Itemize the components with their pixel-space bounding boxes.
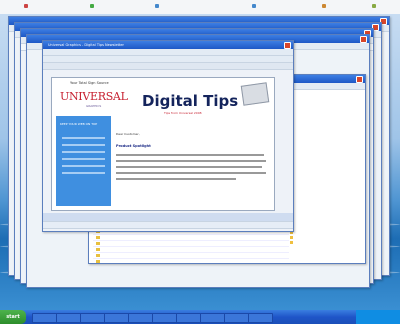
taskbar-button[interactable] xyxy=(152,313,177,323)
body-text-line xyxy=(116,172,266,174)
tray-icon xyxy=(90,4,94,8)
close-icon[interactable] xyxy=(356,76,363,83)
taskbar: start xyxy=(0,310,400,324)
sidebar-text-line xyxy=(62,165,105,167)
newsletter-sidebar: KEEP YOUR WEB ON TOP xyxy=(56,116,111,206)
folder-icon xyxy=(96,248,100,251)
monitor-illustration xyxy=(240,82,270,106)
newsletter-subheading: Tips from Universal 2008 xyxy=(164,111,202,115)
drawing-toolbar[interactable] xyxy=(43,213,293,222)
taskbar-button[interactable] xyxy=(176,313,201,323)
formatting-toolbar[interactable] xyxy=(43,63,293,70)
logo-subtitle: GRAPHICS xyxy=(86,104,102,108)
greeting-text: Dear Customer, xyxy=(116,132,140,136)
folder-icon xyxy=(96,254,100,257)
folder-icon xyxy=(96,260,100,263)
menu-bar[interactable] xyxy=(43,49,293,56)
tray-icon xyxy=(24,4,28,8)
taskbar-button[interactable] xyxy=(80,313,105,323)
body-text-line xyxy=(116,178,236,180)
tray-icon xyxy=(155,4,159,8)
body-text-line xyxy=(116,166,262,168)
logo-tagline: Your Total Sign Source xyxy=(70,81,109,85)
close-icon[interactable] xyxy=(284,42,291,49)
status-bar xyxy=(43,222,293,229)
sidebar-text-line xyxy=(62,158,105,160)
logo-wordmark: UNIVERSAL xyxy=(60,90,128,103)
taskbar-button[interactable] xyxy=(224,313,249,323)
newsletter-heading: Digital Tips xyxy=(142,92,239,110)
body-text-line xyxy=(116,160,266,162)
taskbar-button[interactable] xyxy=(200,313,225,323)
system-tray xyxy=(356,310,400,324)
folder-icon xyxy=(96,242,100,245)
toolbar[interactable] xyxy=(43,56,293,63)
table-row[interactable] xyxy=(93,259,289,263)
taskbar-button[interactable] xyxy=(128,313,153,323)
close-icon[interactable] xyxy=(360,36,367,43)
sidebar-text-line xyxy=(62,144,105,146)
window-title: Universal Graphics - Digital Tips Newsle… xyxy=(48,43,124,47)
document-page: Your Total Sign Source UNIVERSAL GRAPHIC… xyxy=(51,77,275,211)
start-button[interactable]: start xyxy=(0,310,26,324)
sidebar-text-line xyxy=(62,151,105,153)
sidebar-text-line xyxy=(62,137,105,139)
body-text-line xyxy=(116,154,264,156)
desktop: Universal Graphics - Digital Tips Newsle… xyxy=(0,14,400,310)
tray-icon xyxy=(372,4,376,8)
window-titlebar[interactable]: Universal Graphics - Digital Tips Newsle… xyxy=(43,41,293,49)
taskbar-button[interactable] xyxy=(32,313,57,323)
sidebar-heading: KEEP YOUR WEB ON TOP xyxy=(60,122,98,126)
taskbar-button[interactable] xyxy=(104,313,129,323)
folder-list xyxy=(289,95,361,245)
list-item[interactable] xyxy=(289,240,361,245)
tray-icon xyxy=(322,4,326,8)
section-title: Product Spotlight xyxy=(116,144,151,148)
sidebar-text-line xyxy=(62,172,105,174)
taskbar-button[interactable] xyxy=(56,313,81,323)
tray-icon xyxy=(252,4,256,8)
taskbar-button[interactable] xyxy=(248,313,273,323)
front-window[interactable]: Universal Graphics - Digital Tips Newsle… xyxy=(42,40,294,232)
desktop-top-strip xyxy=(0,0,400,14)
folder-icon xyxy=(96,236,100,239)
